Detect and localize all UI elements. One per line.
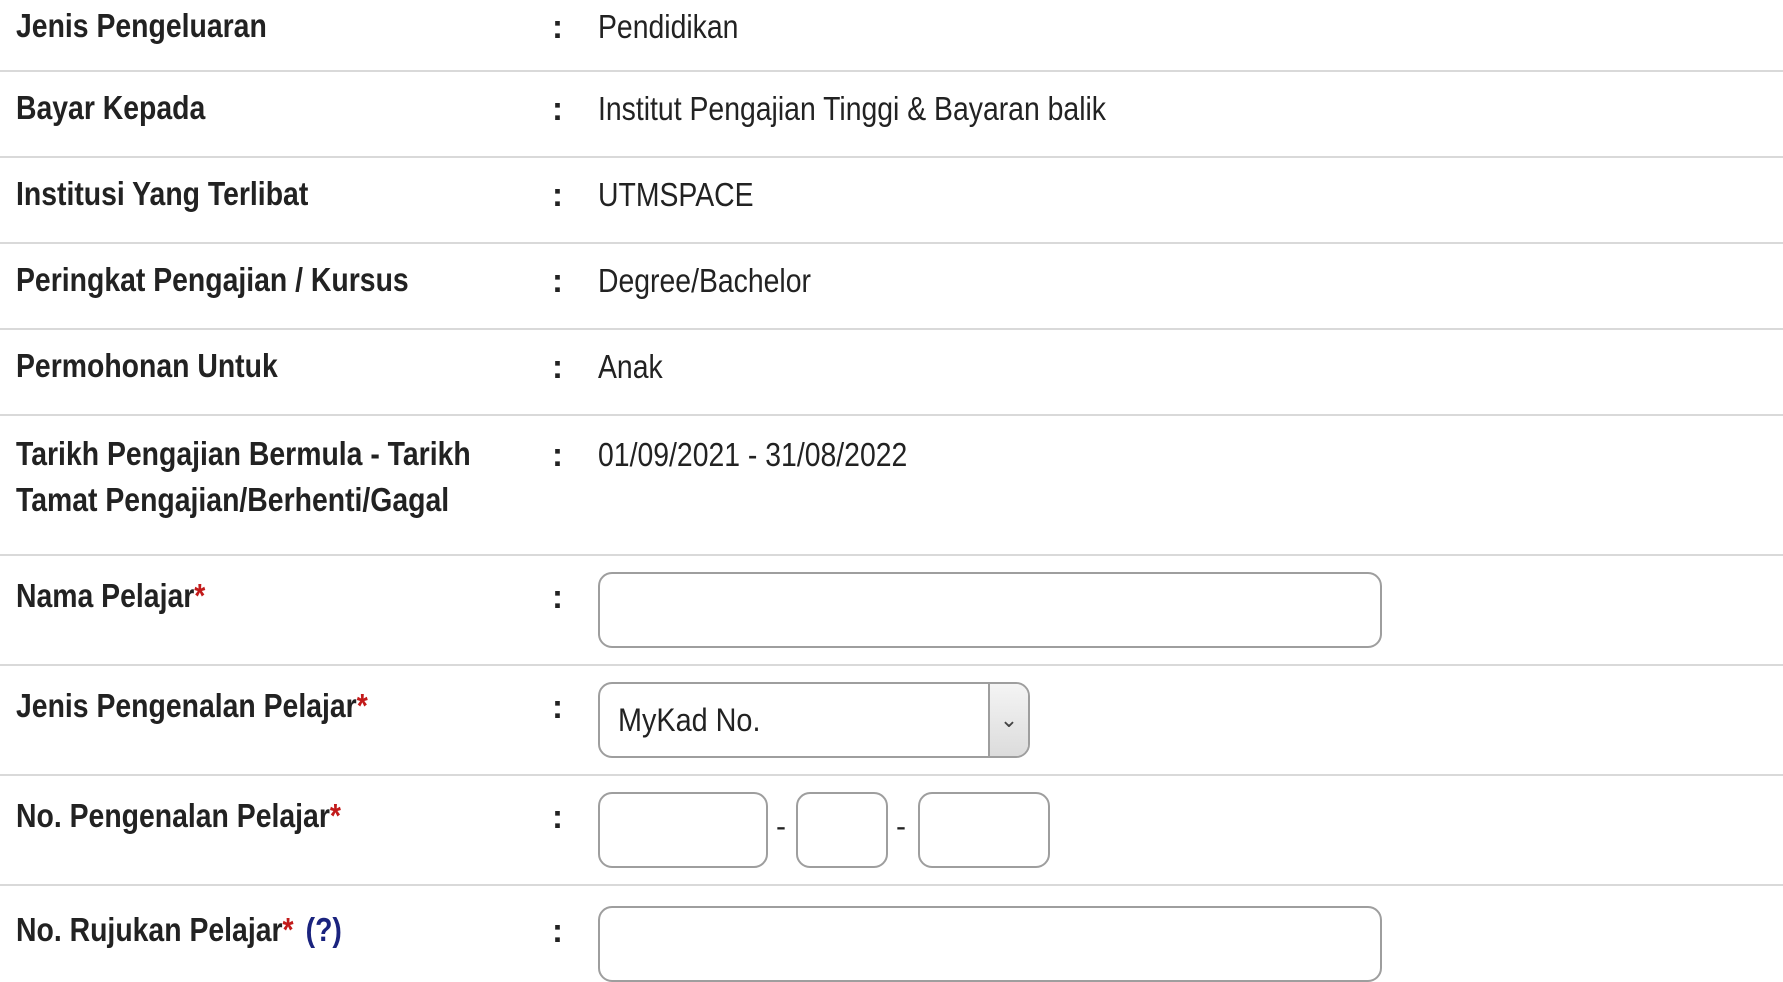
id-type-select[interactable]: MyKad No. ⌄ <box>598 682 1030 758</box>
help-link[interactable]: (?) <box>306 911 342 948</box>
label-institusi: Institusi Yang Terlibat <box>16 175 309 212</box>
id-number-part3-input[interactable] <box>918 792 1050 868</box>
separator: : <box>552 176 563 213</box>
required-marker: * <box>329 797 341 834</box>
required-marker: * <box>194 577 206 614</box>
label-text: No. Pengenalan Pelajar <box>16 797 330 834</box>
label-bayar-kepada: Bayar Kepada <box>16 89 206 126</box>
separator: : <box>552 262 563 299</box>
row-tarikh-pengajian: Tarikh Pengajian Bermula - Tarikh Tamat … <box>0 416 1783 556</box>
label-nama-pelajar: Nama Pelajar* <box>16 570 205 622</box>
label-jenis-pengenalan: Jenis Pengenalan Pelajar* <box>16 680 368 732</box>
label-text: Jenis Pengenalan Pelajar <box>16 687 357 724</box>
value-institusi: UTMSPACE <box>598 176 754 213</box>
label-no-pengenalan: No. Pengenalan Pelajar* <box>16 790 341 842</box>
row-jenis-pengeluaran: Jenis Pengeluaran : Pendidikan <box>0 0 1783 72</box>
separator: : <box>552 436 563 473</box>
value-tarikh-pengajian: 01/09/2021 - 31/08/2022 <box>598 436 908 473</box>
value-bayar-kepada: Institut Pengajian Tinggi & Bayaran bali… <box>598 90 1107 127</box>
separator: : <box>552 688 563 725</box>
row-bayar-kepada: Bayar Kepada : Institut Pengajian Tinggi… <box>0 72 1783 158</box>
required-marker: * <box>282 911 294 948</box>
id-number-dash: - <box>776 810 786 843</box>
id-type-selected-value: MyKad No. <box>618 701 761 738</box>
row-institusi: Institusi Yang Terlibat : UTMSPACE <box>0 158 1783 244</box>
label-text: Nama Pelajar <box>16 577 195 614</box>
id-number-dash: - <box>896 810 906 843</box>
separator: : <box>552 798 563 835</box>
required-marker: * <box>356 687 368 724</box>
separator: : <box>552 578 563 615</box>
label-tarikh-pengajian-line1: Tarikh Pengajian Bermula - Tarikh <box>16 435 471 472</box>
label-peringkat: Peringkat Pengajian / Kursus <box>16 261 409 298</box>
chevron-down-icon[interactable]: ⌄ <box>988 684 1028 756</box>
value-peringkat: Degree/Bachelor <box>598 262 811 299</box>
label-jenis-pengeluaran: Jenis Pengeluaran <box>16 7 267 44</box>
id-number-part1-input[interactable] <box>598 792 768 868</box>
row-no-rujukan: No. Rujukan Pelajar* (?) : <box>0 886 1783 982</box>
label-permohonan-untuk: Permohonan Untuk <box>16 347 278 384</box>
student-name-input[interactable] <box>598 572 1382 648</box>
label-no-rujukan: No. Rujukan Pelajar* (?) <box>16 904 342 956</box>
label-tarikh-pengajian-line2: Tamat Pengajian/Berhenti/Gagal <box>16 481 450 518</box>
value-jenis-pengeluaran: Pendidikan <box>598 8 739 45</box>
row-peringkat: Peringkat Pengajian / Kursus : Degree/Ba… <box>0 244 1783 330</box>
separator: : <box>552 348 563 385</box>
row-jenis-pengenalan: Jenis Pengenalan Pelajar* : MyKad No. ⌄ <box>0 666 1783 776</box>
separator: : <box>552 912 563 949</box>
row-nama-pelajar: Nama Pelajar* : <box>0 556 1783 666</box>
row-permohonan-untuk: Permohonan Untuk : Anak <box>0 330 1783 416</box>
expense-form: Jenis Pengeluaran : Pendidikan Bayar Kep… <box>0 0 1783 982</box>
row-no-pengenalan: No. Pengenalan Pelajar* : - - <box>0 776 1783 886</box>
separator: : <box>552 8 563 45</box>
label-text: No. Rujukan Pelajar <box>16 911 283 948</box>
id-number-part2-input[interactable] <box>796 792 888 868</box>
separator: : <box>552 90 563 127</box>
value-permohonan-untuk: Anak <box>598 348 663 385</box>
reference-no-input[interactable] <box>598 906 1382 982</box>
